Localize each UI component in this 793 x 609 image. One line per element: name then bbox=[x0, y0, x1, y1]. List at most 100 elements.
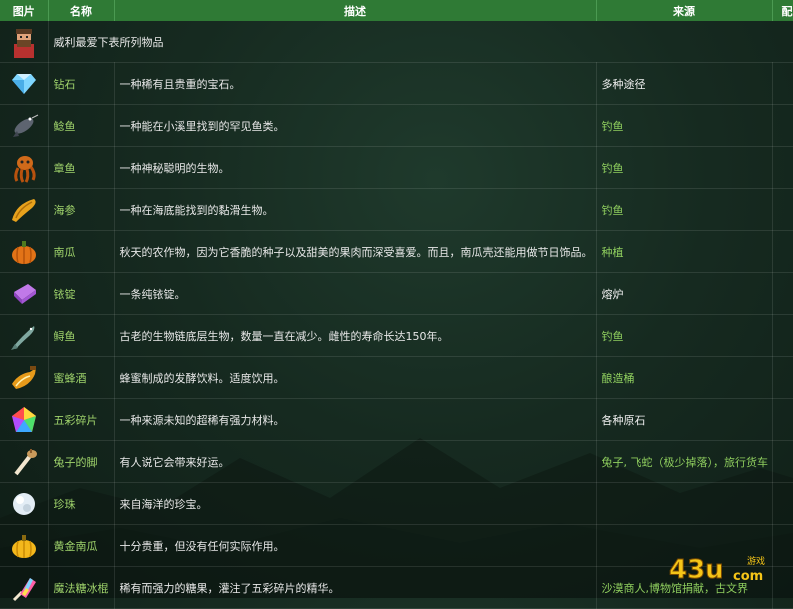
table-row: 蜜蜂酒 蜂蜜制成的发酵饮料。适度饮用。 酿造桶 bbox=[0, 356, 793, 399]
header-recipe: 配方 bbox=[772, 0, 793, 21]
svg-text:com: com bbox=[733, 569, 763, 584]
gift-table: 图片 名称 描述 来源 配方 威利最爱下表所列物品 钻石一种稀有且贵重的宝石。多… bbox=[0, 0, 793, 609]
item-recipe bbox=[772, 482, 793, 525]
item-recipe bbox=[772, 440, 793, 483]
pumpkin-icon bbox=[11, 240, 36, 264]
item-source[interactable]: 钓鱼 bbox=[596, 314, 773, 357]
item-description: 古老的生物链底层生物，数量一直在减少。雌性的寿命长达150年。 bbox=[114, 314, 597, 357]
item-source bbox=[596, 482, 773, 525]
item-picture bbox=[0, 146, 49, 189]
willy-portrait bbox=[0, 21, 49, 63]
item-name-link[interactable]: 南瓜 bbox=[48, 230, 115, 273]
table-row: 五彩碎片 一种来源未知的超稀有强力材料。 各种原石 bbox=[0, 398, 793, 441]
item-recipe bbox=[772, 230, 793, 273]
header-name: 名称 bbox=[48, 0, 115, 21]
table-row: 鲟鱼 古老的生物链底层生物，数量一直在减少。雌性的寿命长达150年。 钓鱼 bbox=[0, 314, 793, 357]
item-picture bbox=[0, 104, 49, 147]
item-description: 秋天的农作物，因为它香脆的种子以及甜美的果肉而深受喜爱。而且，南瓜壳还能用做节日… bbox=[114, 230, 597, 273]
item-picture bbox=[0, 272, 49, 315]
item-source[interactable]: 钓鱼 bbox=[596, 104, 773, 147]
diamond-icon bbox=[11, 73, 36, 94]
table-row: 南瓜 秋天的农作物，因为它香脆的种子以及甜美的果肉而深受喜爱。而且，南瓜壳还能用做… bbox=[0, 230, 793, 273]
item-description: 一种能在小溪里找到的罕见鱼类。 bbox=[114, 104, 597, 147]
item-name-link[interactable]: 黄金南瓜 bbox=[48, 524, 115, 567]
octopus-icon bbox=[13, 155, 36, 183]
item-description: 一种在海底能找到的黏滑生物。 bbox=[114, 188, 597, 231]
item-recipe bbox=[772, 104, 793, 147]
prismatic-shard-icon bbox=[11, 406, 36, 432]
item-description: 一条纯铱锭。 bbox=[114, 272, 597, 315]
item-recipe bbox=[772, 146, 793, 189]
svg-text:游戏: 游戏 bbox=[747, 555, 765, 567]
item-source[interactable]: 酿造桶 bbox=[596, 356, 773, 399]
golden-pumpkin-icon bbox=[11, 534, 36, 558]
item-recipe bbox=[772, 62, 793, 105]
item-name-link[interactable]: 章鱼 bbox=[48, 146, 115, 189]
mead-icon bbox=[11, 365, 36, 389]
willy-portrait-icon bbox=[13, 28, 34, 58]
item-name-link[interactable]: 蜜蜂酒 bbox=[48, 356, 115, 399]
header-source: 来源 bbox=[596, 0, 773, 21]
item-name-link[interactable]: 钻石 bbox=[48, 62, 115, 105]
item-description: 十分贵重，但没有任何实际作用。 bbox=[114, 524, 597, 567]
item-recipe bbox=[772, 398, 793, 441]
svg-text:43u: 43u bbox=[669, 555, 724, 585]
item-source[interactable]: 兔子, 飞蛇（极少掉落），旅行货车 bbox=[596, 440, 773, 483]
sturgeon-icon bbox=[10, 325, 35, 350]
intro-text: 威利最爱下表所列物品 bbox=[48, 21, 793, 63]
item-description: 蜂蜜制成的发酵饮料。适度饮用。 bbox=[114, 356, 597, 399]
sea-cucumber-icon bbox=[11, 198, 36, 222]
item-source: 熔炉 bbox=[596, 272, 773, 315]
table-row: 珍珠 来自海洋的珍宝。 bbox=[0, 482, 793, 525]
header-pic: 图片 bbox=[0, 0, 49, 21]
item-name-link[interactable]: 铱锭 bbox=[48, 272, 115, 315]
item-source[interactable]: 钓鱼 bbox=[596, 188, 773, 231]
item-picture bbox=[0, 356, 49, 399]
item-source: 各种原石 bbox=[596, 398, 773, 441]
item-description: 一种神秘聪明的生物。 bbox=[114, 146, 597, 189]
table-row: 钻石 一种稀有且贵重的宝石。 多种途径 bbox=[0, 62, 793, 105]
item-picture bbox=[0, 188, 49, 231]
item-description: 有人说它会带来好运。 bbox=[114, 440, 597, 483]
item-picture bbox=[0, 62, 49, 105]
table-row: 章鱼 一种神秘聪明的生物。 钓鱼 bbox=[0, 146, 793, 189]
site-watermark-logo: 43u com 游戏 bbox=[669, 555, 766, 586]
item-picture bbox=[0, 314, 49, 357]
item-name-link[interactable]: 五彩碎片 bbox=[48, 398, 115, 441]
table-header-row: 图片 名称 描述 来源 配方 bbox=[0, 0, 793, 21]
item-name-link[interactable]: 珍珠 bbox=[48, 482, 115, 525]
item-description: 一种来源未知的超稀有强力材料。 bbox=[114, 398, 597, 441]
item-name-link[interactable]: 兔子的脚 bbox=[48, 440, 115, 483]
catfish-icon bbox=[12, 114, 38, 137]
item-picture bbox=[0, 566, 49, 609]
item-name-link[interactable]: 海参 bbox=[48, 188, 115, 231]
item-picture bbox=[0, 524, 49, 567]
item-recipe bbox=[772, 188, 793, 231]
item-name-link[interactable]: 鲶鱼 bbox=[48, 104, 115, 147]
item-description: 一种稀有且贵重的宝石。 bbox=[114, 62, 597, 105]
header-desc: 描述 bbox=[114, 0, 597, 21]
pearl-icon bbox=[12, 492, 35, 515]
item-name-link[interactable]: 魔法糖冰棍 bbox=[48, 566, 115, 609]
item-recipe bbox=[772, 314, 793, 357]
item-source[interactable]: 钓鱼 bbox=[596, 146, 773, 189]
item-picture bbox=[0, 482, 49, 525]
item-recipe bbox=[772, 272, 793, 315]
item-source[interactable]: 种植 bbox=[596, 230, 773, 273]
intro-row: 威利最爱下表所列物品 bbox=[0, 21, 793, 63]
iridium-bar-icon bbox=[13, 283, 36, 304]
table-row: 铱锭 一条纯铱锭。 熔炉 bbox=[0, 272, 793, 315]
rabbit-foot-icon bbox=[14, 448, 37, 475]
item-description: 稀有而强力的糖果，灌注了五彩碎片的精华。 bbox=[114, 566, 597, 609]
item-picture bbox=[0, 398, 49, 441]
item-picture bbox=[0, 440, 49, 483]
item-source: 多种途径 bbox=[596, 62, 773, 105]
magic-rock-candy-icon bbox=[12, 577, 36, 601]
item-recipe bbox=[772, 356, 793, 399]
item-picture bbox=[0, 230, 49, 273]
item-description: 来自海洋的珍宝。 bbox=[114, 482, 597, 525]
item-name-link[interactable]: 鲟鱼 bbox=[48, 314, 115, 357]
table-row: 兔子的脚 有人说它会带来好运。 兔子, 飞蛇（极少掉落），旅行货车 bbox=[0, 440, 793, 483]
table-row: 海参 一种在海底能找到的黏滑生物。 钓鱼 bbox=[0, 188, 793, 231]
table-row: 鲶鱼 一种能在小溪里找到的罕见鱼类。 钓鱼 bbox=[0, 104, 793, 147]
